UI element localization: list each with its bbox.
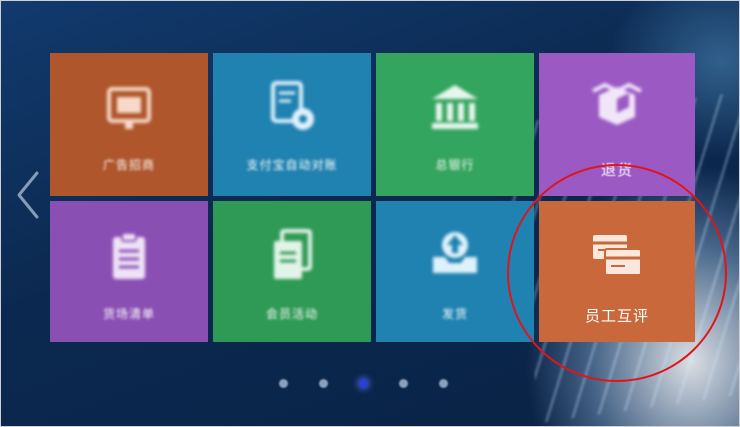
page-dot[interactable] bbox=[319, 379, 328, 388]
monitor-icon bbox=[50, 83, 208, 135]
page-dot[interactable] bbox=[279, 379, 288, 388]
tile-label: 广告招商 bbox=[102, 158, 155, 172]
copy-document-icon bbox=[213, 227, 371, 283]
page-dot-active[interactable] bbox=[359, 379, 368, 388]
document-gear-icon bbox=[213, 79, 371, 135]
tile-member-activity[interactable]: 会员活动 bbox=[213, 201, 371, 342]
tile-ad-recruitment[interactable]: 广告招商 bbox=[50, 53, 208, 196]
launcher-screen: 广告招商 支付宝自动对账 总银行 退货 货场清单 会员活动 发货 员工互评 bbox=[0, 0, 740, 427]
previous-page-arrow-icon[interactable] bbox=[13, 169, 41, 221]
page-dot[interactable] bbox=[399, 379, 408, 388]
page-dot[interactable] bbox=[439, 379, 448, 388]
tile-label: 支付宝自动对账 bbox=[246, 158, 338, 172]
tile-label: 总银行 bbox=[435, 158, 475, 172]
tile-label: 发货 bbox=[441, 307, 468, 321]
box-return-icon bbox=[539, 77, 695, 131]
clipboard-icon bbox=[50, 229, 208, 285]
page-indicator bbox=[279, 379, 448, 388]
tile-label: 货场清单 bbox=[102, 307, 155, 321]
tile-cargo-list[interactable]: 货场清单 bbox=[50, 201, 208, 342]
bank-icon bbox=[376, 81, 534, 133]
tile-label: 会员活动 bbox=[265, 307, 318, 321]
tile-main-bank[interactable]: 总银行 bbox=[376, 53, 534, 196]
tile-alipay-reconciliation[interactable]: 支付宝自动对账 bbox=[213, 53, 371, 196]
highlight-circle bbox=[507, 164, 727, 382]
